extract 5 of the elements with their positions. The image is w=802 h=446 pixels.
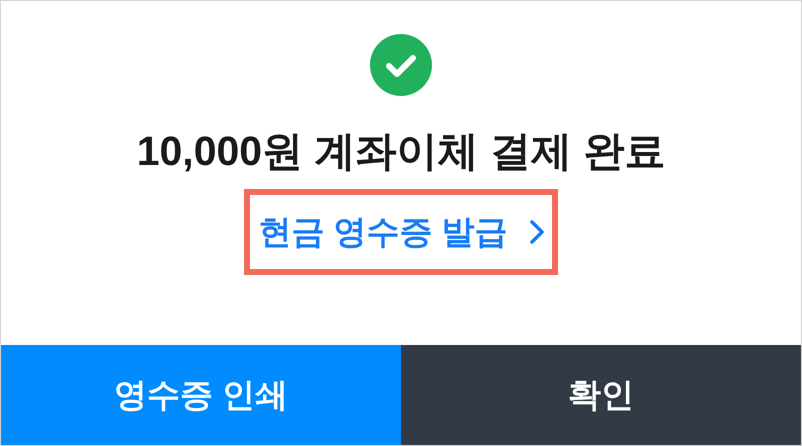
title: 10,000원 계좌이체 결제 완료 xyxy=(136,127,666,176)
print-receipt-button[interactable]: 영수증 인쇄 xyxy=(1,345,401,445)
chevron-right-icon xyxy=(530,220,544,244)
cash-receipt-link[interactable]: 현금 영수증 발급 xyxy=(244,189,558,275)
confirm-button[interactable]: 확인 xyxy=(401,345,801,445)
